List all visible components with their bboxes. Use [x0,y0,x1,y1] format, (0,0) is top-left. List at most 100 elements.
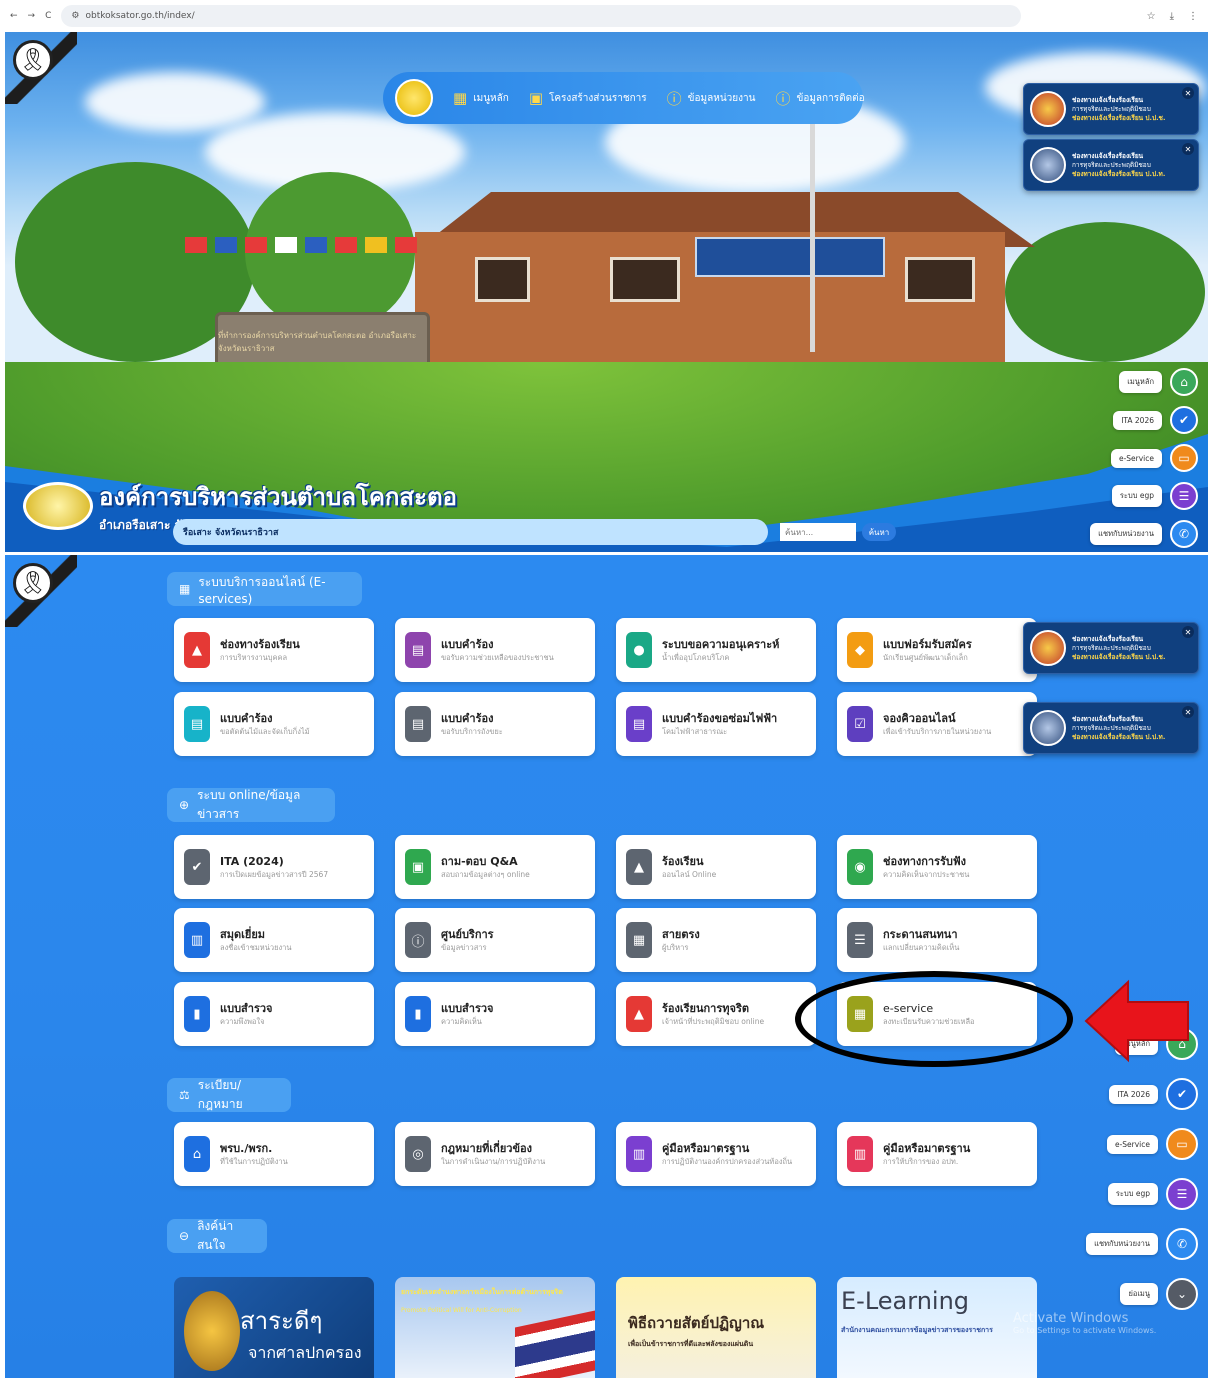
card-feedback-channel[interactable]: ◉ ช่องทางการรับฟัง ความคิดเห็นจากประชาชน [837,835,1037,899]
monitor-icon[interactable]: ▭ [1170,444,1198,472]
banner-anti-corruption[interactable]: ยกระดับเจตจำนงทางการเมืองในการต่อต้านการ… [395,1277,595,1378]
check-badge-icon[interactable]: ✔ [1170,406,1198,434]
card-qa[interactable]: ▣ ถาม-ตอบ Q&A สอบถามข้อมูลต่างๆ online [395,835,595,899]
card-title: สมุดเยี่ยม [220,927,266,941]
list-icon[interactable]: ☰ [1170,482,1198,510]
card-ita[interactable]: ✔ ITA (2024) การเปิดเผยข้อมูลข่าวสารปี 25… [174,835,374,899]
quick-chat[interactable]: แชทกับหน่วยงาน ✆ [1086,1228,1198,1260]
popup-title: ช่องทางแจ้งเรื่องร้องเรียน [1072,95,1144,104]
complaint-popup-ppc[interactable]: ช่องทางแจ้งเรื่องร้องเรียน การทุจริตและป… [1023,622,1199,674]
download-icon[interactable]: ⤓ [1170,11,1174,22]
card-subtitle: ขอรับความช่วยเหลือของประชาชน [441,652,554,662]
home-icon[interactable]: ⌂ [1170,368,1198,396]
popup-link: ช่องทางแจ้งเรื่องร้องเรียน ป.ป.ท. [1072,169,1166,178]
close-icon[interactable]: ✕ [1182,87,1194,99]
card-title: พรบ./พรก. [220,1141,273,1155]
quick-eservice[interactable]: e-Service ▭ [1090,444,1198,472]
nav-main-menu[interactable]: ▦ เมนูหลัก [453,89,509,107]
quick-ita[interactable]: ITA 2026 ✔ [1090,406,1198,434]
card-survey-opinion[interactable]: ▮ แบบสำรวจ ความคิดเห็น [395,982,595,1046]
bookmark-star-icon[interactable]: ☆ [1147,11,1156,22]
card-related-laws[interactable]: ◎ กฎหมายที่เกี่ยวข้อง ในการดำเนินงาน/การป… [395,1122,595,1186]
card-survey-satisfaction[interactable]: ▮ แบบสำรวจ ความพึงพอใจ [174,982,374,1046]
banner-oath-ceremony[interactable]: พิธีถวายสัตย์ปฏิญาณ เพื่อเป็นข้าราชการที… [616,1277,816,1378]
menu-dots-icon[interactable]: ⋮ [1188,11,1198,22]
card-manual-operations[interactable]: ▥ คู่มือหรือมาตรฐาน การปฏิบัติงานองค์กรปก… [616,1122,816,1186]
nav-label: ข้อมูลการติดต่อ [796,92,865,104]
card-forum[interactable]: ☰ กระดานสนทนา แลกเปลี่ยนความคิดเห็น [837,908,1037,972]
card-direct-line[interactable]: ▦ สายตรง ผู้บริหาร [616,908,816,972]
quick-egp[interactable]: ระบบ egp ☰ [1090,482,1198,510]
book-icon: ▥ [184,922,210,958]
card-info-center[interactable]: ⓘ ศูนย์บริการ ข้อมูลข่าวสาร [395,908,595,972]
reload-icon[interactable]: C [45,11,51,21]
card-petition-help[interactable]: ▤ แบบคำร้อง ขอรับความช่วยเหลือของประชาชน [395,618,595,682]
card-subtitle: ความคิดเห็นจากประชาชน [883,869,970,879]
forward-icon[interactable]: → [28,11,36,21]
quick-home[interactable]: เมนูหลัก ⌂ [1090,368,1198,396]
popup-link: ช่องทางแจ้งเรื่องร้องเรียน ป.ป.ท. [1072,732,1166,741]
card-petition-tree[interactable]: ▤ แบบคำร้อง ขอตัดต้นไม้และจัดเก็บกิ่งไม้ [174,692,374,756]
card-manual-services[interactable]: ▥ คู่มือหรือมาตรฐาน การให้บริการของ อปท. [837,1122,1037,1186]
complaint-popup-ppc[interactable]: ช่องทางแจ้งเรื่องร้องเรียน การทุจริตและป… [1023,83,1199,135]
monitor-icon[interactable]: ▭ [1166,1128,1198,1160]
card-corruption-complaint[interactable]: ▲ ร้องเรียนการทุจริต เจ้าหน้าที่ประพฤติมิ… [616,982,816,1046]
nav-agency-info[interactable]: ⓘ ข้อมูลหน่วยงาน [667,88,756,109]
complaint-popup-ppt[interactable]: ช่องทางแจ้งเรื่องร้องเรียน การทุจริตและป… [1023,702,1199,754]
watermark-line2: Go to Settings to activate Windows. [1013,1326,1157,1335]
quick-label: เมนูหลัก [1119,371,1162,393]
org-logo[interactable] [395,79,433,117]
card-petition-trash[interactable]: ▤ แบบคำร้อง ขอรับบริการถังขยะ [395,692,595,756]
card-registration-form[interactable]: ◆ แบบฟอร์มรับสมัคร นักเรียนศูนย์พัฒนาเด็ก… [837,618,1037,682]
card-electric-repair[interactable]: ▤ แบบคำร้องขอซ่อมไฟฟ้า โคมไฟฟ้าสาธารณะ [616,692,816,756]
card-subtitle: ความคิดเห็น [441,1016,482,1026]
back-icon[interactable]: ← [10,11,18,21]
card-guestbook[interactable]: ▥ สมุดเยี่ยม ลงชื่อเข้าชมหน่วยงาน [174,908,374,972]
nav-contact[interactable]: ⓘ ข้อมูลการติดต่อ [775,88,864,109]
chevron-down-icon[interactable]: ⌄ [1166,1278,1198,1310]
section-eservices-header: ▦ ระบบบริการออนไลน์ (E-services) [167,572,362,606]
nav-label: เมนูหลัก [473,92,509,104]
banner-admin-court[interactable]: สาระดีๆ จากศาลปกครอง [174,1277,374,1378]
popup-line: การทุจริตและประพฤติมิชอบ [1072,643,1151,652]
banner-e-learning[interactable]: E-Learning สำนักงานคณะกรรมการข้อมูลข่าวส… [837,1277,1037,1378]
card-title: แบบสำรวจ [441,1001,494,1015]
messenger-icon[interactable]: ✆ [1166,1228,1198,1260]
card-online-queue[interactable]: ☑ จองคิวออนไลน์ เพื่อเข้ารับบริการภายในหน… [837,692,1037,756]
site-info-icon[interactable]: ⚙ [71,11,79,21]
grid-icon: ▦ [453,89,468,107]
close-icon[interactable]: ✕ [1182,143,1194,155]
quick-label: e-Service [1110,448,1162,468]
close-icon[interactable]: ✕ [1182,706,1194,718]
quick-collapse[interactable]: ย่อเมนู ⌄ [1086,1278,1198,1310]
check-badge-icon[interactable]: ✔ [1166,1078,1198,1110]
quick-egp[interactable]: ระบบ egp ☰ [1086,1178,1198,1210]
messenger-icon[interactable]: ✆ [1170,520,1198,548]
card-title: ITA (2024) [220,854,284,868]
search-input[interactable] [780,523,856,541]
address-bar[interactable]: ⚙ obtkoksator.go.th/index/ [61,5,1022,27]
quick-label: แชทกับหน่วยงาน [1086,1233,1158,1255]
card-acts-decrees[interactable]: ⌂ พรบ./พรก. ที่ใช้ในการปฏิบัติงาน [174,1122,374,1186]
card-complaint-online[interactable]: ▲ ร้องเรียน ออนไลน์ Online [616,835,816,899]
list-icon[interactable]: ☰ [1166,1178,1198,1210]
card-water-request[interactable]: ● ระบบขอความอนุเคราะห์ น้ำเพื่ออุปโภคบริโ… [616,618,816,682]
top-navigation: ▦ เมนูหลัก ▣ โครงสร้างส่วนราชการ ⓘ ข้อมู… [383,72,865,124]
banner-line1: พิธีถวายสัตย์ปฏิญาณ [628,1314,765,1332]
popup-line: การทุจริตและประพฤติมิชอบ [1072,160,1151,169]
close-icon[interactable]: ✕ [1182,626,1194,638]
card-subtitle: ขอรับบริการถังขยะ [441,726,503,736]
card-title: ระบบขอความอนุเคราะห์ [662,637,780,651]
globe-icon: ⊕ [179,798,190,812]
quick-ita[interactable]: ITA 2026 ✔ [1086,1078,1198,1110]
complaint-popup-ppt[interactable]: ช่องทางแจ้งเรื่องร้องเรียน การทุจริตและป… [1023,139,1199,191]
quick-chat[interactable]: แชทกับหน่วยงาน ✆ [1090,520,1198,548]
search-button[interactable]: ค้นหา [862,523,896,541]
services-section: 🎗 ▦ ระบบบริการออนไลน์ (E-services) ▲ ช่อ… [5,555,1208,1378]
card-subtitle: ลงชื่อเข้าชมหน่วยงาน [220,942,292,952]
card-complaint-hr[interactable]: ▲ ช่องทางร้องเรียน การบริหารงานบุคคล [174,618,374,682]
banner-line1: สาระดีๆ [240,1307,323,1335]
windows-activation-watermark: Activate Windows Go to Settings to activ… [1013,1311,1156,1335]
nav-structure[interactable]: ▣ โครงสร้างส่วนราชการ [529,89,647,107]
quick-eservice[interactable]: e-Service ▭ [1086,1128,1198,1160]
